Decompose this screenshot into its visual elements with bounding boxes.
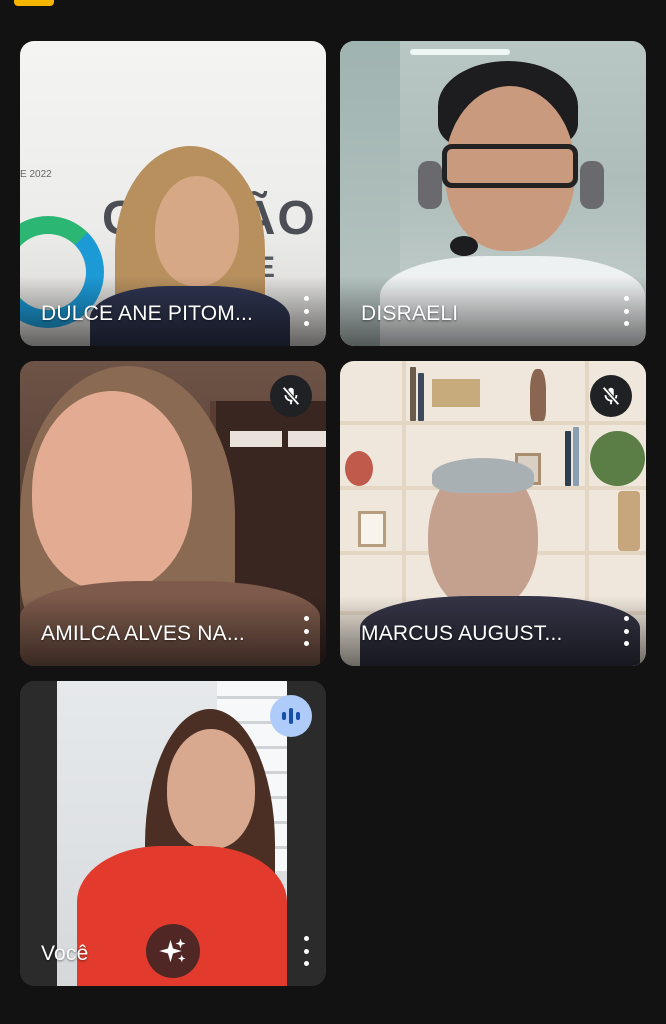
participant-name: Você (41, 942, 89, 965)
more-vert-icon[interactable] (298, 936, 314, 966)
participant-name: AMILCA ALVES NA... (41, 622, 245, 645)
participant-tile[interactable]: MARCUS AUGUST... (340, 361, 646, 666)
mic-off-icon (270, 375, 312, 417)
more-vert-icon[interactable] (618, 296, 634, 326)
mic-off-icon (590, 375, 632, 417)
participant-tile[interactable]: E 2022 GESTÃO SAÚDE PÚBLI DULCE ANE PITO… (20, 41, 326, 346)
self-view-tile[interactable]: Você (20, 681, 326, 986)
sparkle-icon[interactable] (146, 924, 200, 978)
more-vert-icon[interactable] (618, 616, 634, 646)
more-vert-icon[interactable] (298, 296, 314, 326)
audio-level-icon (270, 695, 312, 737)
participant-name: MARCUS AUGUST... (361, 622, 563, 645)
backdrop-year: E 2022 (20, 169, 52, 180)
participant-name: DULCE ANE PITOM... (41, 302, 254, 325)
participant-tile[interactable]: DISRAELI (340, 41, 646, 346)
more-vert-icon[interactable] (298, 616, 314, 646)
participant-name: DISRAELI (361, 302, 459, 325)
participant-tile[interactable]: AMILCA ALVES NA... (20, 361, 326, 666)
top-status-badge (14, 0, 54, 6)
